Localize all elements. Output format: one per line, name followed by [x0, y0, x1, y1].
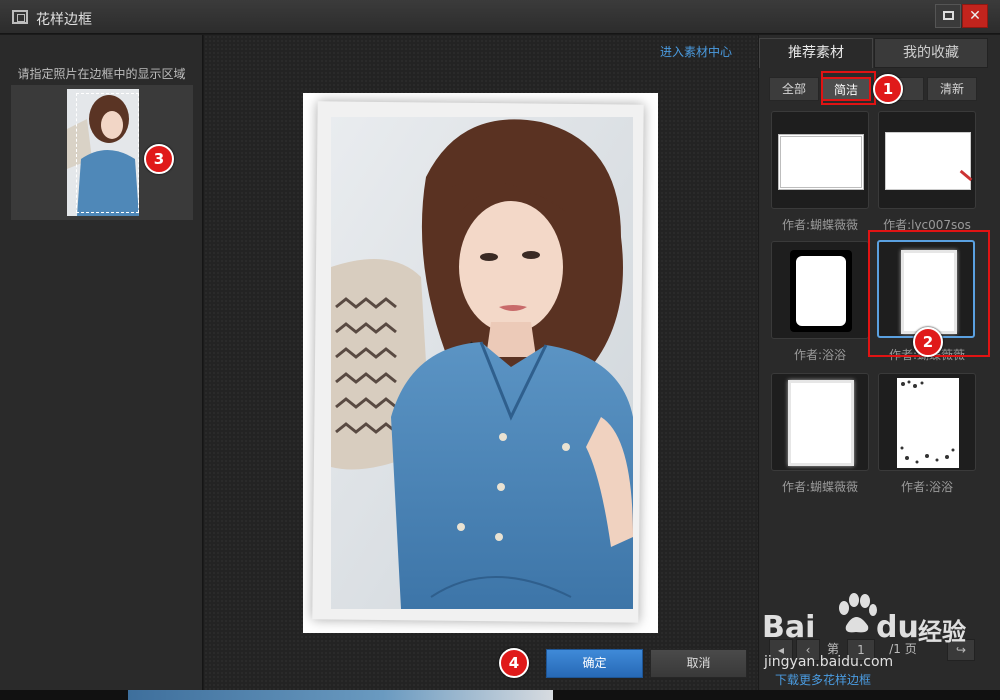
background-strip — [0, 690, 1000, 700]
watermark-url: jingyan.baidu.com — [764, 654, 894, 670]
preview-canvas: 进入素材中心 确定 取消 — [204, 35, 758, 690]
frame-icon — [12, 10, 28, 24]
tile-author: 作者:蝴蝶薇薇 — [781, 480, 859, 494]
ok-button[interactable]: 确定 — [546, 649, 643, 678]
region-caption: 请指定照片在边框中的显示区域 — [17, 67, 186, 81]
close-button[interactable]: ✕ — [962, 4, 988, 28]
frame-tile[interactable] — [878, 111, 976, 209]
category-all[interactable]: 全部 — [769, 77, 819, 101]
tab-favorites[interactable]: 我的收藏 — [874, 38, 988, 68]
watermark-brand: Bai — [762, 610, 816, 645]
frame-thumb — [778, 134, 864, 190]
annotation-badge-2: 2 — [913, 327, 943, 357]
annotation-badge-1: 1 — [873, 74, 903, 104]
annotation-badge-3: 3 — [144, 144, 174, 174]
frame-thumb-inner — [796, 256, 846, 326]
cancel-button[interactable]: 取消 — [650, 649, 747, 678]
paw-icon — [839, 593, 877, 633]
frame-tile[interactable] — [771, 241, 869, 339]
window-title: 花样边框 — [36, 12, 92, 28]
watermark-jingyan: 经验 — [918, 618, 966, 646]
frame-tile[interactable] — [878, 373, 976, 471]
frame-thumb — [788, 380, 854, 466]
frame-thumb — [885, 132, 971, 190]
frame-thumb — [790, 250, 852, 332]
tile-author: 作者:蝴蝶薇薇 — [781, 218, 859, 232]
title-bar: 花样边框 ✕ — [0, 0, 1000, 34]
category-fresh[interactable]: 清新 — [927, 77, 977, 101]
annotation-box-category — [821, 71, 876, 105]
region-panel: 请指定照片在边框中的显示区域 — [0, 35, 203, 690]
tab-recommended[interactable]: 推荐素材 — [759, 38, 873, 68]
background-photo — [128, 690, 553, 700]
frame-thumb — [897, 378, 959, 468]
frame-preview — [303, 93, 658, 633]
display-region-selector[interactable] — [76, 93, 139, 213]
maximize-button[interactable] — [935, 4, 961, 28]
tile-author: 作者:浴浴 — [793, 348, 847, 362]
baidu-watermark: Bai du 经验 jingyan.baidu.com — [740, 592, 980, 692]
close-icon: ✕ — [969, 8, 981, 24]
frame-tile[interactable] — [771, 373, 869, 471]
tile-author: 作者:浴浴 — [900, 480, 954, 494]
preview-photo — [331, 117, 633, 609]
annotation-badge-4: 4 — [499, 648, 529, 678]
material-center-link[interactable]: 进入素材中心 — [660, 43, 732, 60]
maximize-icon — [942, 11, 954, 20]
watermark-brand-2: du — [876, 610, 919, 645]
frame-tile[interactable] — [771, 111, 869, 209]
